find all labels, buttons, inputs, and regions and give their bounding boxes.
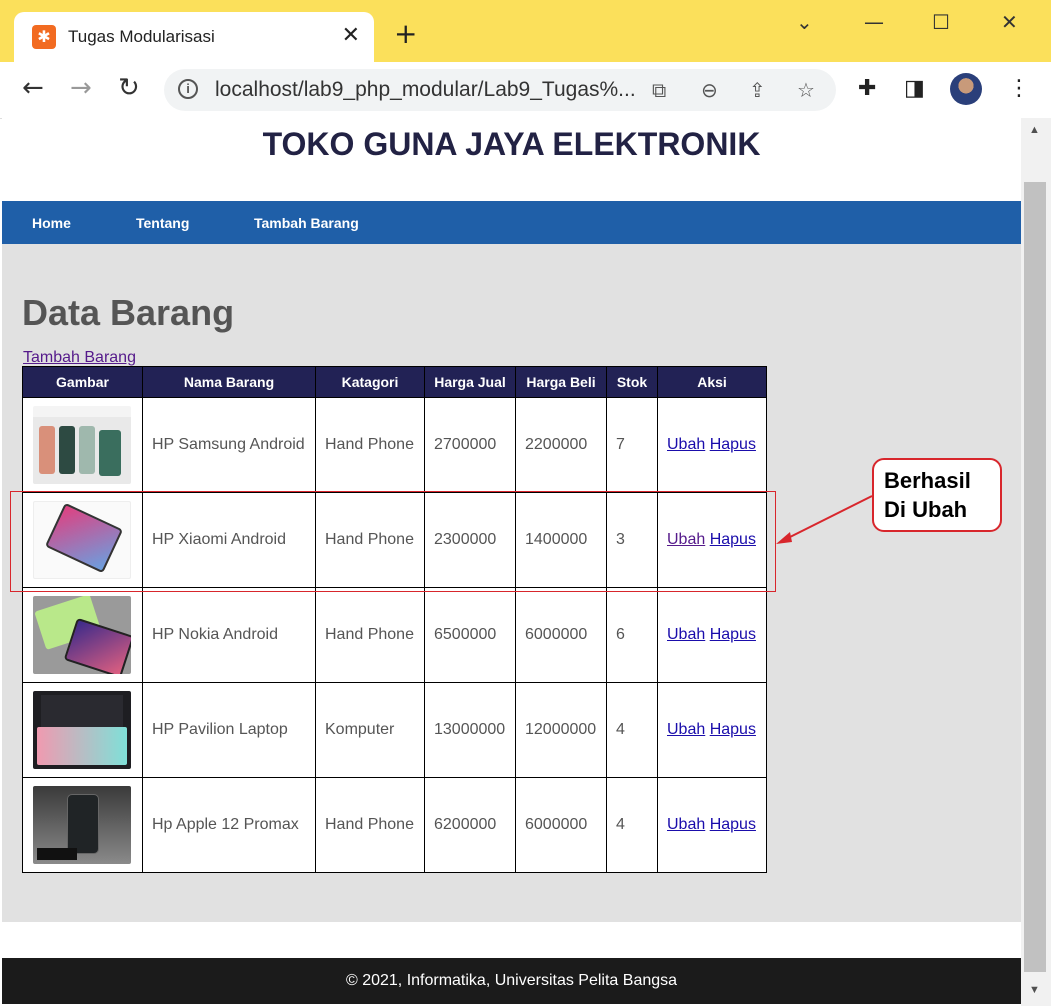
xampp-favicon-icon: ✱ — [32, 25, 56, 49]
highlight-box — [10, 491, 776, 592]
table-header-row: Gambar Nama Barang Katagori Harga Jual H… — [22, 366, 767, 398]
hapus-link[interactable]: Hapus — [710, 626, 756, 643]
scroll-up-icon[interactable]: ▲ — [1029, 124, 1040, 136]
cell-aksi: Ubah Hapus — [657, 682, 767, 778]
cell-katagori: Hand Phone — [315, 587, 425, 683]
cell-harga-beli: 2200000 — [515, 397, 607, 493]
menu-kebab-icon[interactable]: ⋮ — [1008, 76, 1030, 101]
extensions-icon[interactable]: ✚ — [858, 76, 876, 101]
ubah-link[interactable]: Ubah — [667, 721, 705, 738]
zoom-icon[interactable]: ⊖ — [701, 78, 718, 102]
nav-tambah-barang-link[interactable]: Tambah Barang — [254, 215, 359, 231]
hapus-link[interactable]: Hapus — [710, 816, 756, 833]
browser-tab-strip: ✱ Tugas Modularisasi ✕ + ⌄ — ☐ ✕ — [0, 0, 1051, 62]
cell-harga-jual: 13000000 — [424, 682, 516, 778]
tab-title: Tugas Modularisasi — [68, 27, 215, 46]
image-cell — [22, 587, 143, 683]
col-stok: Stok — [606, 366, 658, 398]
hapus-link[interactable]: Hapus — [710, 436, 756, 453]
ubah-link[interactable]: Ubah — [667, 436, 705, 453]
share-icon[interactable]: ⇪ — [749, 78, 766, 102]
image-cell — [22, 682, 143, 778]
cell-nama: HP Nokia Android — [142, 587, 316, 683]
col-harga-beli: Harga Beli — [515, 366, 607, 398]
address-bar[interactable]: i localhost/lab9_php_modular/Lab9_Tugas%… — [164, 69, 836, 111]
browser-tab[interactable]: ✱ Tugas Modularisasi ✕ — [14, 12, 374, 62]
site-info-icon[interactable]: i — [178, 79, 198, 99]
browser-toolbar: ← → ↻ i localhost/lab9_php_modular/Lab9_… — [0, 62, 1051, 119]
minimize-icon[interactable]: — — [864, 10, 884, 34]
cell-stok: 4 — [606, 777, 658, 873]
items-table: Gambar Nama Barang Katagori Harga Jual H… — [22, 366, 767, 873]
vertical-scrollbar[interactable]: ▲ ▼ — [1021, 118, 1051, 1006]
site-title: TOKO GUNA JAYA ELEKTRONIK — [262, 126, 761, 162]
hapus-link[interactable]: Hapus — [710, 721, 756, 738]
new-tab-icon[interactable]: + — [394, 20, 417, 48]
cell-harga-beli: 12000000 — [515, 682, 607, 778]
maximize-icon[interactable]: ☐ — [932, 10, 950, 34]
col-harga-jual: Harga Jual — [424, 366, 516, 398]
col-nama-barang: Nama Barang — [142, 366, 316, 398]
nav-home-link[interactable]: Home — [32, 215, 71, 231]
forward-icon[interactable]: → — [70, 74, 92, 102]
cell-harga-jual: 2700000 — [424, 397, 516, 493]
col-katagori: Katagori — [315, 366, 425, 398]
cell-harga-jual: 6200000 — [424, 777, 516, 873]
page-heading: Data Barang — [22, 292, 235, 333]
cell-stok: 6 — [606, 587, 658, 683]
laptop-image-icon — [33, 691, 131, 769]
cell-stok: 4 — [606, 682, 658, 778]
bookmark-star-icon[interactable]: ☆ — [797, 78, 815, 102]
cell-katagori: Hand Phone — [315, 777, 425, 873]
image-cell — [22, 777, 143, 873]
site-footer: © 2021, Informatika, Universitas Pelita … — [2, 958, 1021, 1004]
cell-harga-beli: 6000000 — [515, 777, 607, 873]
window-close-icon[interactable]: ✕ — [1001, 10, 1018, 34]
site-nav: Home Tentang Tambah Barang — [2, 201, 1021, 244]
scroll-down-icon[interactable]: ▼ — [1029, 984, 1040, 996]
col-gambar: Gambar — [22, 366, 143, 398]
cell-nama: HP Samsung Android — [142, 397, 316, 493]
cell-katagori: Komputer — [315, 682, 425, 778]
table-row: HP Samsung Android Hand Phone 2700000 22… — [22, 397, 767, 493]
reload-icon[interactable]: ↻ — [118, 74, 140, 102]
table-row: HP Pavilion Laptop Komputer 13000000 120… — [22, 682, 767, 778]
cell-harga-jual: 6500000 — [424, 587, 516, 683]
phone-image-icon — [33, 596, 131, 674]
cell-nama: Hp Apple 12 Promax — [142, 777, 316, 873]
cell-aksi: Ubah Hapus — [657, 397, 767, 493]
cell-aksi: Ubah Hapus — [657, 587, 767, 683]
side-panel-icon[interactable]: ◨ — [904, 76, 925, 101]
nav-tentang-link[interactable]: Tentang — [136, 215, 189, 231]
image-cell — [22, 397, 143, 493]
annotation-callout: Berhasil Di Ubah — [872, 458, 1002, 532]
profile-avatar[interactable] — [950, 73, 982, 105]
cell-nama: HP Pavilion Laptop — [142, 682, 316, 778]
table-row: HP Nokia Android Hand Phone 6500000 6000… — [22, 587, 767, 683]
cell-harga-beli: 6000000 — [515, 587, 607, 683]
ubah-link[interactable]: Ubah — [667, 816, 705, 833]
cell-aksi: Ubah Hapus — [657, 777, 767, 873]
tab-search-icon[interactable]: ⌄ — [796, 10, 813, 34]
scroll-thumb[interactable] — [1024, 182, 1046, 972]
close-tab-icon[interactable]: ✕ — [342, 23, 360, 48]
back-icon[interactable]: ← — [22, 74, 44, 102]
cell-katagori: Hand Phone — [315, 397, 425, 493]
add-item-link[interactable]: Tambah Barang — [23, 349, 136, 367]
url-text[interactable]: localhost/lab9_php_modular/Lab9_Tugas%..… — [215, 78, 636, 102]
translate-icon[interactable]: ⧉ — [652, 78, 666, 102]
site-header: TOKO GUNA JAYA ELEKTRONIK — [2, 118, 1021, 201]
cell-stok: 7 — [606, 397, 658, 493]
table-row: Hp Apple 12 Promax Hand Phone 6200000 60… — [22, 777, 767, 873]
col-aksi: Aksi — [657, 366, 767, 398]
ubah-link[interactable]: Ubah — [667, 626, 705, 643]
annotation-arrow-icon — [776, 495, 873, 544]
callout-line-2: Di Ubah — [884, 497, 968, 522]
phone-image-icon — [33, 406, 131, 484]
phone-image-icon — [33, 786, 131, 864]
callout-line-1: Berhasil — [884, 468, 971, 493]
